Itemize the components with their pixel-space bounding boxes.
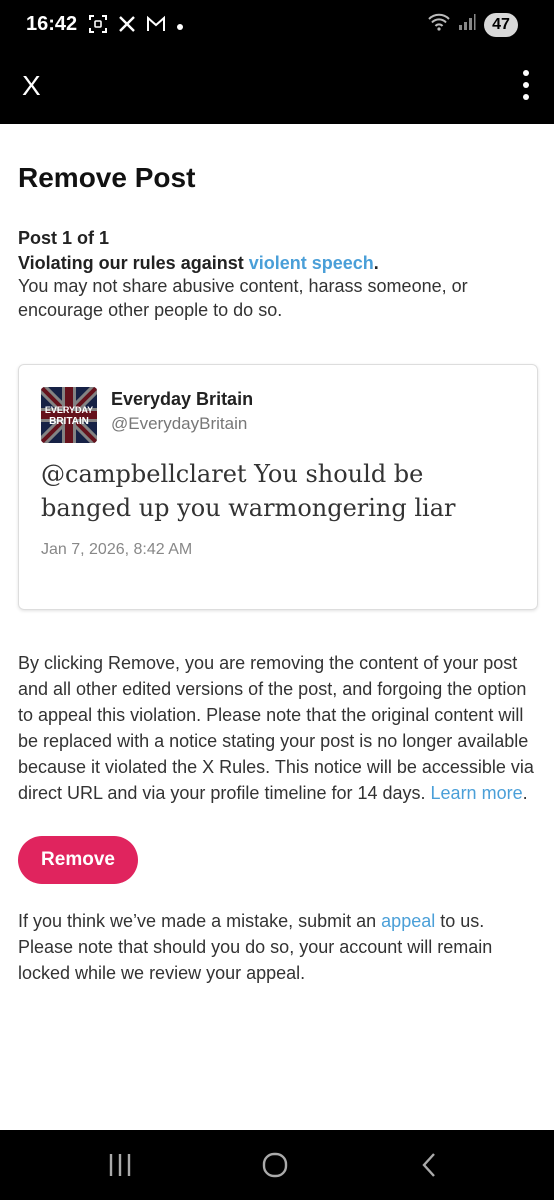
remove-notice: By clicking Remove, you are removing the… (18, 650, 538, 806)
battery-indicator: 47 (484, 12, 518, 37)
avatar-text-1: EVERYDAY (45, 405, 93, 415)
violent-speech-link[interactable]: violent speech (249, 253, 374, 273)
avatar: EVERYDAY BRITAIN (41, 387, 97, 443)
page-title: Remove Post (18, 162, 196, 193)
tweet-header: EVERYDAY BRITAIN Everyday Britain @Every… (41, 387, 515, 443)
appeal-link[interactable]: appeal (381, 911, 435, 931)
back-icon[interactable] (420, 1152, 438, 1183)
notice-text: By clicking Remove, you are removing the… (18, 653, 534, 803)
author-info: Everyday Britain @EverydayBritain (111, 387, 253, 434)
x-notification-icon (118, 15, 136, 38)
tweet-text: @campbellclaret You should be banged up … (41, 460, 456, 522)
status-bar: 16:42 47 (0, 0, 554, 50)
post-count: Post 1 of 1 (18, 228, 110, 248)
notice-end: . (522, 783, 528, 803)
wifi-icon (428, 12, 450, 37)
tweet-card: EVERYDAY BRITAIN Everyday Britain @Every… (18, 364, 538, 610)
rule-violation-line: Violating our rules against violent spee… (18, 253, 538, 274)
dot-icon (176, 18, 184, 36)
rule-suffix: . (373, 253, 379, 273)
union-jack-icon: EVERYDAY BRITAIN (41, 387, 97, 443)
author-name: Everyday Britain (111, 389, 254, 409)
remove-button[interactable]: Remove (18, 836, 138, 884)
status-system-icons: 47 (428, 12, 518, 37)
status-time: 16:42 (26, 13, 78, 35)
home-icon[interactable] (262, 1152, 288, 1183)
avatar-text-2: BRITAIN (49, 416, 89, 427)
author-handle: @EverydayBritain (111, 414, 248, 433)
close-button[interactable]: X (22, 70, 41, 102)
learn-more-link[interactable]: Learn more (431, 783, 523, 803)
recent-apps-icon[interactable] (108, 1152, 132, 1183)
status-notification-icons (88, 14, 184, 39)
more-vert-icon[interactable] (522, 70, 530, 104)
gmail-icon (146, 15, 166, 38)
appeal-notice: If you think we’ve made a mistake, submi… (18, 908, 538, 986)
app-bar: X (0, 50, 554, 124)
signal-icon (458, 13, 476, 36)
rule-prefix: Violating our rules against (18, 253, 249, 273)
appeal-prefix: If you think we’ve made a mistake, submi… (18, 911, 382, 931)
main-content: Remove Post Post 1 of 1 Violating our ru… (18, 124, 538, 986)
tweet-date: Jan 7, 2026, 8:42 AM (41, 541, 193, 558)
screenshot-icon (88, 14, 108, 39)
system-nav-bar (0, 1130, 554, 1200)
rule-description: You may not share abusive content, haras… (18, 276, 468, 320)
